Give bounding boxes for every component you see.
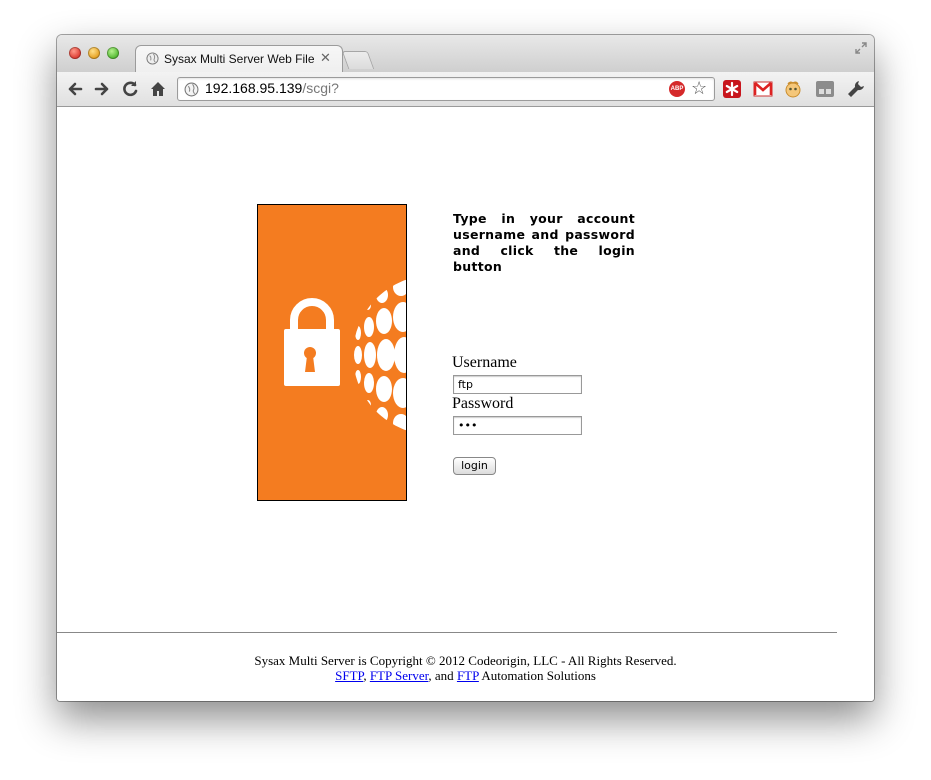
url-host: 192.168.95.139: [205, 80, 303, 96]
bookmark-star-icon[interactable]: ☆: [691, 78, 707, 99]
username-input[interactable]: [453, 375, 582, 394]
fullscreen-icon[interactable]: [854, 41, 868, 55]
footer-links: SFTP, FTP Server, and FTP Automation Sol…: [57, 668, 874, 683]
globe-sphere-icon: [354, 278, 406, 432]
browser-toolbar: 192.168.95.139/scgi? ABP ☆: [57, 72, 874, 107]
extension-icon[interactable]: [783, 79, 803, 99]
url-path: /scgi?: [302, 80, 339, 96]
copyright-text: Sysax Multi Server is Copyright © 2012 C…: [254, 653, 677, 668]
window-minimize-button[interactable]: [88, 47, 100, 59]
tab-close-icon[interactable]: ✕: [320, 50, 331, 66]
window-close-button[interactable]: [69, 47, 81, 59]
sysax-logo-panel: [257, 204, 407, 501]
username-label: Username: [452, 354, 517, 371]
back-icon[interactable]: [65, 79, 85, 99]
ftp-link[interactable]: FTP: [457, 668, 479, 683]
wrench-icon[interactable]: [846, 79, 866, 99]
footer-tagline: Automation Solutions: [478, 668, 596, 683]
globe-icon: [184, 82, 199, 97]
ftp-server-link[interactable]: FTP Server: [370, 668, 429, 683]
login-button[interactable]: login: [453, 457, 496, 475]
browser-window: Sysax Multi Server Web File A ✕ 192.168.: [57, 35, 874, 701]
gmail-icon[interactable]: [753, 79, 773, 99]
title-bar: Sysax Multi Server Web File A ✕: [57, 35, 874, 73]
url-text: 192.168.95.139/scgi?: [205, 80, 339, 96]
sftp-link[interactable]: SFTP: [335, 668, 363, 683]
password-input[interactable]: [453, 416, 582, 435]
extension-gray-icon[interactable]: [815, 79, 835, 99]
page-footer: Sysax Multi Server is Copyright © 2012 C…: [57, 653, 874, 683]
adblock-icon[interactable]: ABP: [669, 81, 685, 97]
new-tab-button[interactable]: [341, 51, 375, 69]
globe-icon: [146, 52, 159, 65]
forward-icon[interactable]: [92, 79, 112, 99]
home-icon[interactable]: [148, 79, 168, 99]
browser-tab[interactable]: Sysax Multi Server Web File A ✕: [135, 45, 343, 73]
window-zoom-button[interactable]: [107, 47, 119, 59]
footer-divider: [57, 632, 837, 633]
footer-separator: , and: [428, 668, 457, 683]
address-bar[interactable]: 192.168.95.139/scgi? ABP ☆: [177, 77, 715, 101]
login-instructions: Type in your account username and passwo…: [453, 211, 635, 274]
reload-icon[interactable]: [120, 79, 140, 99]
lastpass-icon[interactable]: [722, 79, 742, 99]
tab-title: Sysax Multi Server Web File A: [164, 52, 314, 66]
password-label: Password: [452, 395, 514, 412]
page-content: Type in your account username and passwo…: [57, 107, 874, 701]
